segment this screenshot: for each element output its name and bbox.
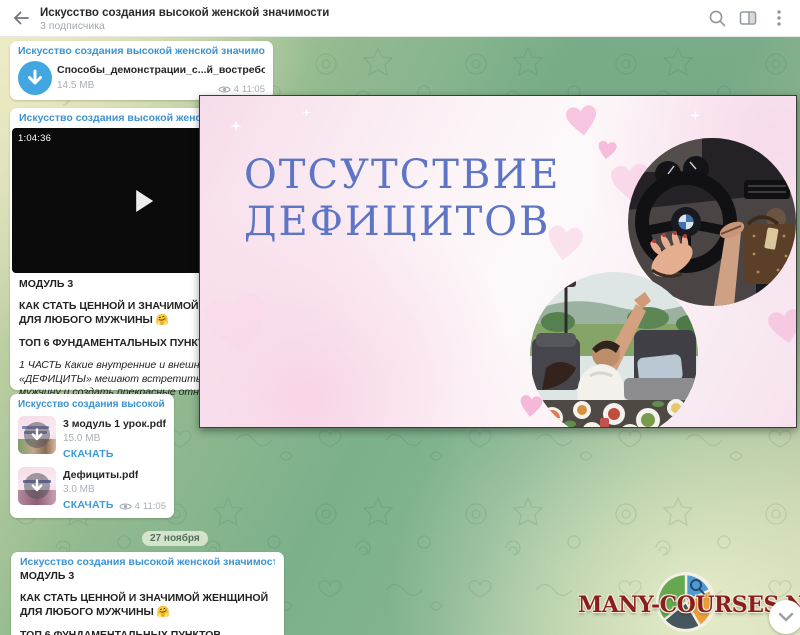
file-row: 3 модуль 1 урок.pdf 15.0 MB СКАЧАТЬ [18, 416, 166, 462]
message-time: 11:05 [242, 84, 265, 95]
chat-title: Искусство создания высокой женской значи… [40, 7, 706, 20]
watermark: MANY-COURSES.NET [570, 566, 800, 632]
message-meta: 4 11:05 [218, 84, 265, 95]
message-document: Искусство создания высокой женской значи… [10, 41, 273, 100]
photo-terrace-breakfast [530, 272, 698, 428]
eye-icon [218, 85, 231, 94]
toggle-sidebar-button[interactable] [737, 7, 759, 29]
chat-header-info[interactable]: Искусство создания высокой женской значи… [40, 5, 706, 32]
channel-name-link[interactable]: Искусство создания высокой женской значи… [18, 45, 265, 58]
file-name[interactable]: 3 модуль 1 урок.pdf [63, 418, 166, 430]
download-arrow-icon [31, 479, 43, 493]
heart-decoration [596, 140, 618, 160]
message-meta: 4 11:05 [119, 501, 166, 512]
pdf-thumbnail[interactable] [18, 467, 56, 505]
channel-name-link[interactable]: Искусство создания высокой женск... [18, 398, 166, 411]
file-info: 3 модуль 1 урок.pdf 15.0 MB СКАЧАТЬ [63, 416, 166, 462]
sparkle-decoration [302, 108, 311, 117]
scroll-down-button[interactable] [769, 600, 800, 634]
chevron-down-icon [777, 611, 795, 623]
sparkle-decoration [230, 120, 242, 132]
media-viewer-image[interactable]: ОТСУТСТВИЕ ДЕФИЦИТОВ [199, 95, 797, 428]
video-duration: 1:04:36 [18, 133, 51, 144]
message-files: Искусство создания высокой женск... 3 мо… [10, 394, 174, 518]
file-name[interactable]: Дефициты.pdf [63, 469, 138, 481]
back-button[interactable] [0, 0, 40, 36]
heart-decoration [202, 292, 274, 358]
download-file-button[interactable] [18, 61, 52, 95]
play-icon[interactable] [136, 190, 153, 212]
views-count: 4 [135, 501, 140, 512]
download-overlay-icon[interactable] [24, 422, 50, 448]
text-headline: КАК СТАТЬ ЦЕННОЙ И ЗНАЧИМОЙ ЖЕНЩИНОЙ ДЛЯ… [20, 591, 275, 619]
globe-logo-icon [654, 570, 718, 634]
download-link[interactable]: СКАЧАТЬ [63, 499, 114, 511]
download-arrow-icon [27, 69, 43, 87]
date-separator[interactable]: 27 ноября [142, 531, 208, 546]
search-button[interactable] [706, 7, 728, 29]
breakfast-photo-art [530, 272, 698, 428]
slide-title-line1: ОТСУТСТВИЕ [244, 152, 560, 199]
heart-decoration [766, 308, 797, 345]
text-module: МОДУЛЬ 3 [20, 569, 275, 583]
download-arrow-icon [31, 428, 43, 442]
slide-title-line2: ДЕФИЦИТОВ [244, 199, 560, 246]
kebab-menu-icon [776, 8, 782, 28]
arrow-left-icon [8, 6, 32, 30]
header-actions [706, 7, 800, 29]
eye-icon [119, 502, 132, 511]
message-text: Искусство создания высокой женской значи… [11, 552, 284, 635]
slide-title: ОТСУТСТВИЕ ДЕФИЦИТОВ [244, 152, 560, 246]
download-overlay-icon[interactable] [24, 473, 50, 499]
columns-icon [738, 8, 758, 28]
text-top-list: ТОП 6 ФУНДАМЕНТАЛЬНЫХ ПУНКТОВ [20, 628, 275, 635]
file-size: 3.0 MB [63, 484, 138, 495]
sparkle-decoration [690, 110, 701, 121]
message-time: 11:05 [143, 501, 166, 512]
watermark-text: MANY-COURSES.NET [578, 592, 792, 618]
document-file-name[interactable]: Способы_демонстрации_с...й_востребованно… [57, 64, 265, 76]
channel-name-link[interactable]: Искусство создания высокой женской значи… [20, 556, 275, 569]
search-icon [707, 8, 727, 28]
more-menu-button[interactable] [768, 7, 790, 29]
chat-subscribers: 3 подписчика [40, 20, 706, 32]
pdf-thumbnail[interactable] [18, 416, 56, 454]
file-size: 15.0 MB [63, 433, 166, 444]
download-link[interactable]: СКАЧАТЬ [63, 448, 114, 460]
views-count: 4 [234, 84, 239, 95]
heart-decoration [564, 104, 600, 137]
telegram-channel-view: Искусство создания высокой женской значи… [0, 0, 800, 635]
chat-header: Искусство создания высокой женской значи… [0, 0, 800, 37]
